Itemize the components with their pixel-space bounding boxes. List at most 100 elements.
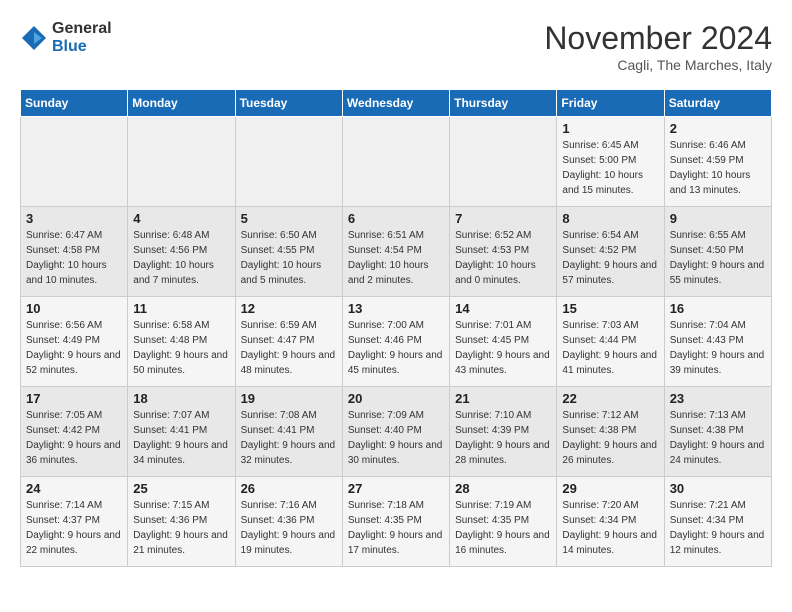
day-number: 5 (241, 211, 337, 226)
day-number: 17 (26, 391, 122, 406)
day-number: 8 (562, 211, 658, 226)
day-info: Sunrise: 7:08 AM Sunset: 4:41 PM Dayligh… (241, 408, 337, 468)
day-info: Sunrise: 7:12 AM Sunset: 4:38 PM Dayligh… (562, 408, 658, 468)
day-number: 26 (241, 481, 337, 496)
calendar-cell: 2 Sunrise: 6:46 AM Sunset: 4:59 PM Daylig… (664, 117, 771, 207)
day-info: Sunrise: 7:19 AM Sunset: 4:35 PM Dayligh… (455, 498, 551, 558)
day-info: Sunrise: 6:54 AM Sunset: 4:52 PM Dayligh… (562, 228, 658, 288)
calendar-cell (235, 117, 342, 207)
calendar-cell: 9Sunrise: 6:55 AM Sunset: 4:50 PM Daylig… (664, 207, 771, 297)
day-number: 1 (562, 121, 658, 136)
calendar-cell: 22 Sunrise: 7:12 AM Sunset: 4:38 PM Dayli… (557, 387, 664, 477)
day-number: 2 (670, 121, 766, 136)
day-number: 10 (26, 301, 122, 316)
title-area: November 2024 Cagli, The Marches, Italy (544, 20, 772, 73)
calendar-body: 1 Sunrise: 6:45 AM Sunset: 5:00 PM Daylig… (21, 117, 772, 567)
day-info: Sunrise: 6:50 AM Sunset: 4:55 PM Dayligh… (241, 228, 337, 288)
calendar-cell: 21Sunrise: 7:10 AM Sunset: 4:39 PM Dayli… (450, 387, 557, 477)
day-info: Sunrise: 7:21 AM Sunset: 4:34 PM Dayligh… (670, 498, 766, 558)
day-info: Sunrise: 7:18 AM Sunset: 4:35 PM Dayligh… (348, 498, 444, 558)
day-number: 7 (455, 211, 551, 226)
calendar-cell: 15 Sunrise: 7:03 AM Sunset: 4:44 PM Dayli… (557, 297, 664, 387)
location-subtitle: Cagli, The Marches, Italy (544, 57, 772, 73)
calendar-cell: 10 Sunrise: 6:56 AM Sunset: 4:49 PM Dayli… (21, 297, 128, 387)
calendar-cell: 7 Sunrise: 6:52 AM Sunset: 4:53 PM Daylig… (450, 207, 557, 297)
day-info: Sunrise: 7:09 AM Sunset: 4:40 PM Dayligh… (348, 408, 444, 468)
calendar-header-sunday: Sunday (21, 90, 128, 117)
calendar-week-5: 24 Sunrise: 7:14 AM Sunset: 4:37 PM Dayli… (21, 477, 772, 567)
day-number: 19 (241, 391, 337, 406)
day-number: 18 (133, 391, 229, 406)
day-number: 13 (348, 301, 444, 316)
day-number: 20 (348, 391, 444, 406)
day-info: Sunrise: 6:46 AM Sunset: 4:59 PM Dayligh… (670, 138, 766, 198)
day-info: Sunrise: 6:56 AM Sunset: 4:49 PM Dayligh… (26, 318, 122, 378)
day-info: Sunrise: 7:04 AM Sunset: 4:43 PM Dayligh… (670, 318, 766, 378)
calendar-header-friday: Friday (557, 90, 664, 117)
calendar-cell: 27Sunrise: 7:18 AM Sunset: 4:35 PM Dayli… (342, 477, 449, 567)
calendar-cell (21, 117, 128, 207)
day-info: Sunrise: 6:45 AM Sunset: 5:00 PM Dayligh… (562, 138, 658, 198)
day-number: 12 (241, 301, 337, 316)
logo-general: General (52, 20, 112, 38)
day-number: 24 (26, 481, 122, 496)
day-info: Sunrise: 7:14 AM Sunset: 4:37 PM Dayligh… (26, 498, 122, 558)
day-info: Sunrise: 6:48 AM Sunset: 4:56 PM Dayligh… (133, 228, 229, 288)
calendar-cell: 4 Sunrise: 6:48 AM Sunset: 4:56 PM Daylig… (128, 207, 235, 297)
calendar-cell: 8 Sunrise: 6:54 AM Sunset: 4:52 PM Daylig… (557, 207, 664, 297)
calendar-header-wednesday: Wednesday (342, 90, 449, 117)
calendar-cell: 13 Sunrise: 7:00 AM Sunset: 4:46 PM Dayli… (342, 297, 449, 387)
day-number: 23 (670, 391, 766, 406)
calendar-cell: 30 Sunrise: 7:21 AM Sunset: 4:34 PM Dayli… (664, 477, 771, 567)
day-info: Sunrise: 7:07 AM Sunset: 4:41 PM Dayligh… (133, 408, 229, 468)
calendar-week-1: 1 Sunrise: 6:45 AM Sunset: 5:00 PM Daylig… (21, 117, 772, 207)
calendar-week-4: 17Sunrise: 7:05 AM Sunset: 4:42 PM Dayli… (21, 387, 772, 477)
day-info: Sunrise: 7:16 AM Sunset: 4:36 PM Dayligh… (241, 498, 337, 558)
calendar-cell: 26 Sunrise: 7:16 AM Sunset: 4:36 PM Dayli… (235, 477, 342, 567)
day-number: 28 (455, 481, 551, 496)
day-number: 14 (455, 301, 551, 316)
day-number: 9 (670, 211, 766, 226)
logo: General Blue (20, 20, 112, 55)
calendar-table: SundayMondayTuesdayWednesdayThursdayFrid… (20, 89, 772, 567)
calendar-cell: 24 Sunrise: 7:14 AM Sunset: 4:37 PM Dayli… (21, 477, 128, 567)
calendar-cell: 20 Sunrise: 7:09 AM Sunset: 4:40 PM Dayli… (342, 387, 449, 477)
calendar-cell (342, 117, 449, 207)
calendar-cell: 6 Sunrise: 6:51 AM Sunset: 4:54 PM Daylig… (342, 207, 449, 297)
day-info: Sunrise: 6:51 AM Sunset: 4:54 PM Dayligh… (348, 228, 444, 288)
calendar-cell: 25Sunrise: 7:15 AM Sunset: 4:36 PM Dayli… (128, 477, 235, 567)
calendar-cell: 17Sunrise: 7:05 AM Sunset: 4:42 PM Dayli… (21, 387, 128, 477)
calendar-cell: 11Sunrise: 6:58 AM Sunset: 4:48 PM Dayli… (128, 297, 235, 387)
calendar-cell (128, 117, 235, 207)
calendar-cell: 14Sunrise: 7:01 AM Sunset: 4:45 PM Dayli… (450, 297, 557, 387)
calendar-cell: 29Sunrise: 7:20 AM Sunset: 4:34 PM Dayli… (557, 477, 664, 567)
calendar-cell: 12 Sunrise: 6:59 AM Sunset: 4:47 PM Dayli… (235, 297, 342, 387)
day-info: Sunrise: 7:13 AM Sunset: 4:38 PM Dayligh… (670, 408, 766, 468)
day-info: Sunrise: 7:00 AM Sunset: 4:46 PM Dayligh… (348, 318, 444, 378)
day-number: 29 (562, 481, 658, 496)
day-info: Sunrise: 7:03 AM Sunset: 4:44 PM Dayligh… (562, 318, 658, 378)
day-number: 16 (670, 301, 766, 316)
day-info: Sunrise: 6:47 AM Sunset: 4:58 PM Dayligh… (26, 228, 122, 288)
calendar-cell: 5 Sunrise: 6:50 AM Sunset: 4:55 PM Daylig… (235, 207, 342, 297)
calendar-week-3: 10 Sunrise: 6:56 AM Sunset: 4:49 PM Dayli… (21, 297, 772, 387)
month-title: November 2024 (544, 20, 772, 57)
calendar-header-tuesday: Tuesday (235, 90, 342, 117)
calendar-header-saturday: Saturday (664, 90, 771, 117)
day-number: 15 (562, 301, 658, 316)
day-info: Sunrise: 6:59 AM Sunset: 4:47 PM Dayligh… (241, 318, 337, 378)
day-number: 3 (26, 211, 122, 226)
calendar-cell: 23 Sunrise: 7:13 AM Sunset: 4:38 PM Dayli… (664, 387, 771, 477)
day-info: Sunrise: 6:52 AM Sunset: 4:53 PM Dayligh… (455, 228, 551, 288)
day-number: 4 (133, 211, 229, 226)
day-number: 30 (670, 481, 766, 496)
day-info: Sunrise: 7:15 AM Sunset: 4:36 PM Dayligh… (133, 498, 229, 558)
calendar-cell: 1 Sunrise: 6:45 AM Sunset: 5:00 PM Daylig… (557, 117, 664, 207)
day-number: 22 (562, 391, 658, 406)
day-info: Sunrise: 7:10 AM Sunset: 4:39 PM Dayligh… (455, 408, 551, 468)
calendar-cell: 19 Sunrise: 7:08 AM Sunset: 4:41 PM Dayli… (235, 387, 342, 477)
day-number: 6 (348, 211, 444, 226)
calendar-header-row: SundayMondayTuesdayWednesdayThursdayFrid… (21, 90, 772, 117)
page-header: General Blue November 2024 Cagli, The Ma… (20, 20, 772, 73)
calendar-cell: 16 Sunrise: 7:04 AM Sunset: 4:43 PM Dayli… (664, 297, 771, 387)
